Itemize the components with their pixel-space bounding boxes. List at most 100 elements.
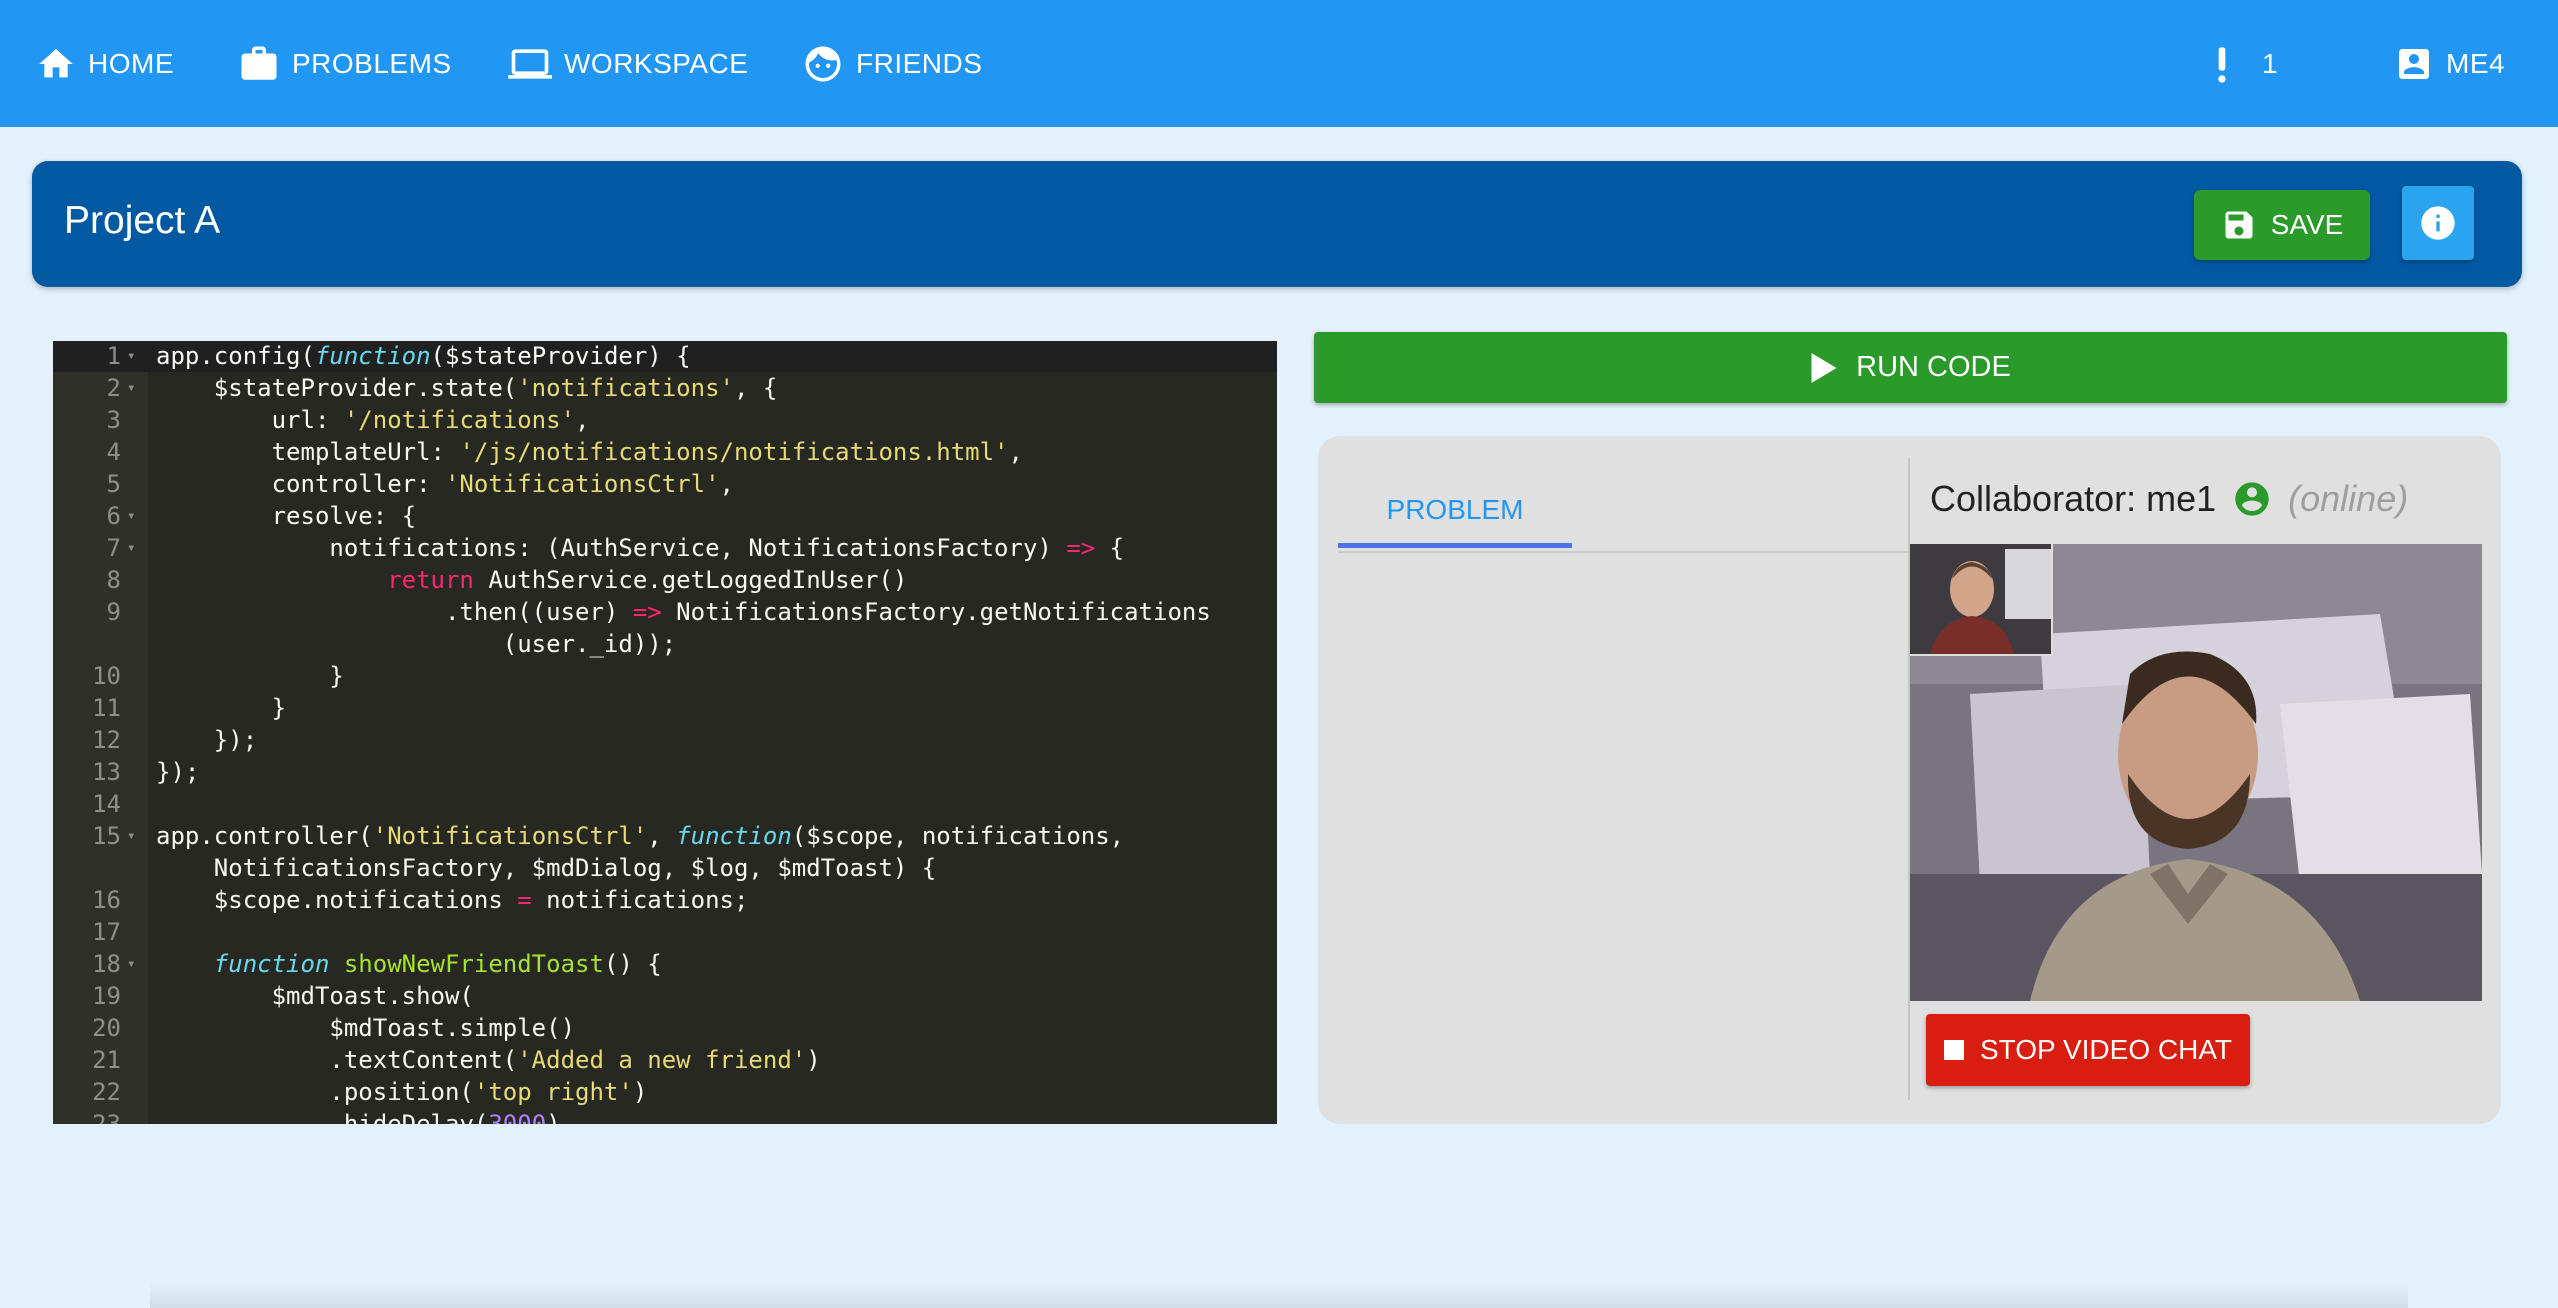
code-text: }: [156, 662, 344, 690]
code-text: .then((user) => NotificationsFactory.get…: [156, 598, 1211, 626]
save-icon: [2225, 211, 2253, 239]
code-text: function showNewFriendToast() {: [213, 950, 662, 978]
code-line[interactable]: 21 .textContent('Added a new friend'): [53, 1044, 1277, 1076]
line-number: 20: [92, 1014, 121, 1042]
code-text: NotificationsFactory, $mdDialog, $log, $…: [156, 854, 937, 882]
code-text: app.config(function($stateProvider) {: [156, 342, 691, 370]
code-line[interactable]: 9 .then((user) => NotificationsFactory.g…: [53, 596, 1277, 628]
line-number: 7: [106, 534, 121, 562]
local-video-feed: [1910, 544, 2051, 654]
nav-friends-label: FRIENDS: [856, 48, 983, 79]
code-text: app.controller('NotificationsCtrl', func…: [156, 822, 1125, 850]
code-text: resolve: {: [156, 502, 417, 530]
alerts-count: 1: [2262, 48, 2279, 79]
stop-video-chat-button[interactable]: STOP VIDEO CHAT: [1926, 1014, 2250, 1086]
code-text: });: [156, 758, 200, 786]
fold-arrow-icon[interactable]: ▾: [127, 532, 135, 564]
line-number: 5: [106, 470, 121, 498]
code-line[interactable]: 13});: [53, 756, 1277, 788]
code-line[interactable]: 11 }: [53, 692, 1277, 724]
code-line[interactable]: 2 ▾ $stateProvider.state('notifications',…: [53, 372, 1277, 404]
code-line[interactable]: 23 .hideDelay(3000): [53, 1108, 1277, 1124]
code-line[interactable]: 7 ▾ notifications: (AuthService, Notifica…: [53, 532, 1277, 564]
line-number: 11: [92, 694, 121, 722]
code-text: .position('top right'): [156, 1078, 648, 1106]
code-line[interactable]: 20 $mdToast.simple(): [53, 1012, 1277, 1044]
code-text: templateUrl: '/js/notifications/notifica…: [156, 438, 1023, 466]
exclamation-icon: [2218, 47, 2226, 83]
line-number: 18: [92, 950, 121, 978]
code-line[interactable]: 10 }: [53, 660, 1277, 692]
home-icon: [39, 49, 73, 78]
code-text: $scope.notifications = notifications;: [156, 886, 749, 914]
nav-user[interactable]: ME4: [2394, 40, 2505, 88]
fold-arrow-icon[interactable]: ▾: [127, 820, 135, 852]
nav-home[interactable]: HOME: [36, 40, 174, 88]
code-line[interactable]: 1 ▾ app.config(function($stateProvider) {: [53, 341, 1277, 372]
line-number: 15: [92, 822, 121, 850]
code-text: notifications: (AuthService, Notificatio…: [156, 534, 1125, 562]
code-text: .hideDelay(3000): [156, 1110, 561, 1124]
fold-arrow-icon[interactable]: ▾: [127, 372, 135, 404]
code-line[interactable]: 15 ▾ app.controller('NotificationsCtrl', f…: [53, 820, 1277, 852]
line-number: 22: [92, 1078, 121, 1106]
project-title: Project A: [64, 199, 221, 242]
line-number: 12: [92, 726, 121, 754]
info-button[interactable]: [2402, 186, 2474, 260]
project-header: Project A SAVE: [32, 161, 2522, 287]
code-line[interactable]: 14: [53, 788, 1277, 820]
code-line[interactable]: 18 ▾ function showNewFriendToast() {: [53, 948, 1277, 980]
code-editor[interactable]: 1 ▾ app.config(function($stateProvider) {2…: [53, 341, 1277, 1124]
nav-workspace-label: WORKSPACE: [564, 48, 749, 79]
save-label: SAVE: [2270, 209, 2344, 240]
fold-arrow-icon[interactable]: ▾: [127, 948, 135, 980]
laptop-icon: [508, 49, 552, 79]
line-number: 16: [92, 886, 121, 914]
save-button[interactable]: SAVE: [2194, 190, 2370, 260]
nav-alerts[interactable]: 1: [2210, 40, 2278, 88]
line-number: 3: [106, 406, 121, 434]
code-line[interactable]: 6 ▾ resolve: {: [53, 500, 1277, 532]
fold-arrow-icon[interactable]: ▾: [127, 500, 135, 532]
code-text: (user._id));: [156, 630, 677, 658]
nav-workspace[interactable]: WORKSPACE: [508, 40, 748, 88]
code-line[interactable]: 12 });: [53, 724, 1277, 756]
collab-panel: PROBLEM Collaborator: me1 (online) STOP …: [1318, 436, 2501, 1124]
collaborator-name: Collaborator: me1: [1930, 478, 2217, 519]
tab-underline-rule: [1338, 551, 1927, 553]
code-line[interactable]: 3 url: '/notifications',: [53, 404, 1277, 436]
code-text: url: '/notifications',: [156, 406, 590, 434]
tab-problem[interactable]: PROBLEM: [1338, 476, 1572, 548]
code-line[interactable]: NotificationsFactory, $mdDialog, $log, $…: [53, 852, 1277, 884]
nav-problems[interactable]: PROBLEMS: [238, 40, 452, 88]
collaborator-header: Collaborator: me1 (online): [1930, 474, 2408, 524]
code-line[interactable]: (user._id));: [53, 628, 1277, 660]
code-text: .textContent('Added a new friend'): [156, 1046, 821, 1074]
code-line[interactable]: 22 .position('top right'): [53, 1076, 1277, 1108]
code-line[interactable]: 17: [53, 916, 1277, 948]
nav-home-label: HOME: [88, 48, 174, 79]
nav-problems-label: PROBLEMS: [292, 48, 452, 79]
line-number: 19: [92, 982, 121, 1010]
code-line[interactable]: 16 $scope.notifications = notifications;: [53, 884, 1277, 916]
run-code-button[interactable]: RUN CODE: [1314, 332, 2507, 403]
remote-video: [1910, 544, 2482, 1001]
line-number: 2: [106, 374, 121, 402]
nav-friends[interactable]: FRIENDS: [802, 40, 982, 88]
bottom-shadow: [150, 1282, 2408, 1308]
local-video-preview: [1910, 544, 2053, 656]
line-number: 14: [92, 790, 121, 818]
code-text: $stateProvider.state('notifications', {: [156, 374, 778, 402]
code-line[interactable]: 19 $mdToast.show(: [53, 980, 1277, 1012]
line-number: 1: [106, 342, 121, 370]
line-number: 23: [92, 1110, 121, 1124]
code-line[interactable]: 5 controller: 'NotificationsCtrl',: [53, 468, 1277, 500]
line-number: 4: [106, 438, 121, 466]
code-line[interactable]: 4 templateUrl: '/js/notifications/notifi…: [53, 436, 1277, 468]
line-number: 8: [106, 566, 121, 594]
code-text: $mdToast.simple(): [156, 1014, 576, 1042]
fold-arrow-icon[interactable]: ▾: [127, 341, 135, 372]
top-nav: HOME PROBLEMS WORKSPACE FRIENDS 1 ME4: [0, 0, 2558, 127]
nav-user-label: ME4: [2446, 48, 2506, 79]
code-line[interactable]: 8 return AuthService.getLoggedInUser(): [53, 564, 1277, 596]
